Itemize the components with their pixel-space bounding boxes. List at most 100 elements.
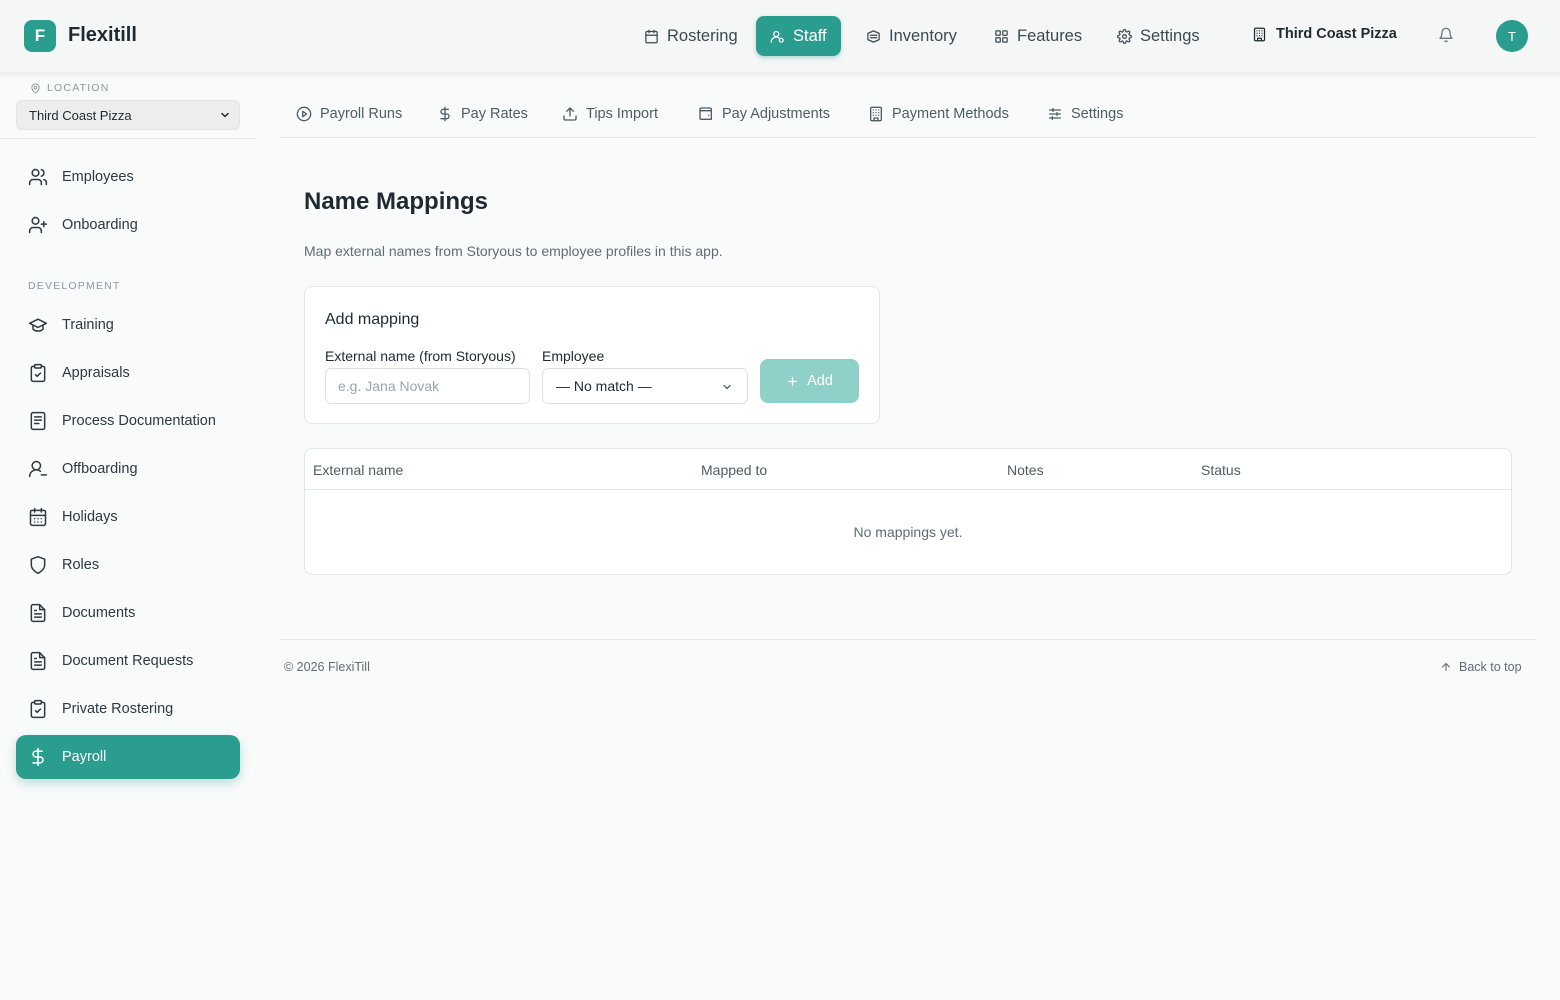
building-icon: [868, 106, 884, 122]
external-name-input[interactable]: [325, 368, 530, 404]
employee-select[interactable]: — No match —: [542, 368, 748, 404]
nav-label: Staff: [793, 26, 827, 45]
copyright-text: © 2026 FlexiTill: [284, 660, 370, 674]
empty-state-message: No mappings yet.: [853, 524, 963, 540]
calendar-icon: [644, 29, 659, 44]
chevron-down-icon: [721, 381, 733, 393]
sidebar-item-onboarding[interactable]: Onboarding: [16, 203, 240, 247]
nav-label: Inventory: [889, 26, 957, 45]
clipboard-check-icon: [28, 699, 48, 719]
sidebar-item-offboarding[interactable]: Offboarding: [16, 447, 240, 491]
card-title: Add mapping: [325, 311, 420, 328]
dollar-icon: [437, 106, 453, 122]
add-mapping-card: Add mapping External name (from Storyous…: [304, 286, 880, 424]
payroll-tabs: Payroll Runs Pay Rates Tips Import Pay A…: [280, 94, 1536, 138]
calendar-days-icon: [28, 507, 48, 527]
sidebar-item-label: Onboarding: [62, 217, 138, 233]
arrow-up-icon: [1440, 661, 1452, 673]
users-icon: [770, 29, 785, 44]
footer-divider: [280, 639, 1536, 640]
sliders-icon: [1047, 106, 1063, 122]
nav-features[interactable]: Features: [980, 16, 1096, 56]
tab-pay-adjustments[interactable]: Pay Adjustments: [698, 106, 830, 122]
location-label: LOCATION: [30, 82, 110, 94]
graduation-cap-icon: [28, 315, 48, 335]
sidebar-item-documents[interactable]: Documents: [16, 591, 240, 635]
play-circle-icon: [296, 106, 312, 122]
top-bar: F Flexitill Rostering Staff Inventory Fe…: [0, 0, 1560, 72]
location-switcher[interactable]: Third Coast Pizza: [1252, 26, 1397, 42]
employee-label: Employee: [542, 348, 605, 364]
dollar-icon: [28, 747, 48, 767]
sidebar-section-label: DEVELOPMENT: [28, 280, 121, 292]
external-name-label: External name (from Storyous): [325, 348, 516, 364]
sidebar-item-label: Employees: [62, 169, 134, 185]
book-icon: [28, 411, 48, 431]
employee-select-value: — No match —: [556, 378, 652, 394]
user-plus-icon: [28, 215, 48, 235]
sidebar-item-holidays[interactable]: Holidays: [16, 495, 240, 539]
sidebar: LOCATION Third Coast Pizza Employees Onb…: [0, 72, 256, 1000]
nav-inventory[interactable]: Inventory: [852, 16, 971, 56]
column-header-mapped-to: Mapped to: [701, 462, 768, 478]
sidebar-item-employees[interactable]: Employees: [16, 155, 240, 199]
clipboard-check-icon: [28, 363, 48, 383]
column-header-notes: Notes: [1007, 462, 1044, 478]
shield-icon: [28, 555, 48, 575]
page-description: Map external names from Storyous to empl…: [304, 243, 723, 259]
file-text-icon: [28, 651, 48, 671]
map-pin-icon: [30, 82, 41, 94]
tab-payroll-runs[interactable]: Payroll Runs: [296, 106, 402, 122]
sidebar-item-label: Documents: [62, 605, 136, 621]
bell-icon[interactable]: [1438, 27, 1454, 43]
nav-label: Settings: [1140, 26, 1200, 45]
sidebar-item-payroll[interactable]: Payroll: [16, 735, 240, 779]
sidebar-item-label: Document Requests: [62, 653, 194, 669]
sidebar-item-label: Private Rostering: [62, 701, 174, 717]
app-name[interactable]: Flexitill: [68, 24, 137, 47]
gear-icon: [1117, 28, 1132, 44]
table-header: External name Mapped to Notes Status: [305, 449, 1511, 490]
sidebar-item-training[interactable]: Training: [16, 303, 240, 347]
nav-rostering[interactable]: Rostering: [630, 16, 752, 56]
add-mapping-button[interactable]: Add: [760, 359, 859, 403]
sidebar-item-label: Offboarding: [62, 461, 138, 477]
column-header-external-name: External name: [313, 462, 404, 478]
mappings-table: External name Mapped to Notes Status No …: [304, 448, 1512, 575]
location-select[interactable]: Third Coast Pizza: [16, 100, 240, 130]
nav-settings[interactable]: Settings: [1103, 16, 1214, 56]
sidebar-item-appraisals[interactable]: Appraisals: [16, 351, 240, 395]
upload-icon: [562, 106, 578, 122]
sidebar-item-roles[interactable]: Roles: [16, 543, 240, 587]
nav-staff[interactable]: Staff: [756, 16, 841, 56]
user-avatar[interactable]: T: [1496, 20, 1528, 52]
grid-icon: [994, 29, 1009, 44]
tab-payment-methods[interactable]: Payment Methods: [868, 106, 1009, 122]
tab-tips-import[interactable]: Tips Import: [562, 106, 658, 122]
sidebar-item-process-documentation[interactable]: Process Documentation: [16, 399, 240, 443]
user-minus-icon: [28, 459, 48, 479]
chevron-down-icon: [219, 109, 231, 121]
app-logo[interactable]: F: [24, 20, 56, 52]
nav-label: Rostering: [667, 26, 738, 45]
sidebar-item-label: Payroll: [62, 749, 107, 765]
users-icon: [28, 167, 48, 187]
location-select-value: Third Coast Pizza: [29, 107, 132, 123]
sidebar-item-label: Training: [62, 317, 114, 333]
location-name: Third Coast Pizza: [1276, 26, 1397, 42]
building-icon: [1252, 27, 1267, 42]
sidebar-item-label: Roles: [62, 557, 100, 573]
file-text-icon: [28, 603, 48, 623]
sidebar-item-label: Process Documentation: [62, 413, 216, 429]
tab-pay-rates[interactable]: Pay Rates: [437, 106, 528, 122]
nav-label: Features: [1017, 26, 1083, 45]
tab-settings[interactable]: Settings: [1047, 106, 1123, 122]
add-button-label: Add: [807, 373, 833, 389]
back-to-top-link[interactable]: Back to top: [1440, 660, 1522, 674]
sidebar-item-document-requests[interactable]: Document Requests: [16, 639, 240, 683]
wallet-icon: [698, 106, 714, 122]
sidebar-item-label: Appraisals: [62, 365, 130, 381]
sidebar-item-private-rostering[interactable]: Private Rostering: [16, 687, 240, 731]
box-icon: [866, 29, 881, 44]
sidebar-divider: [0, 138, 256, 139]
